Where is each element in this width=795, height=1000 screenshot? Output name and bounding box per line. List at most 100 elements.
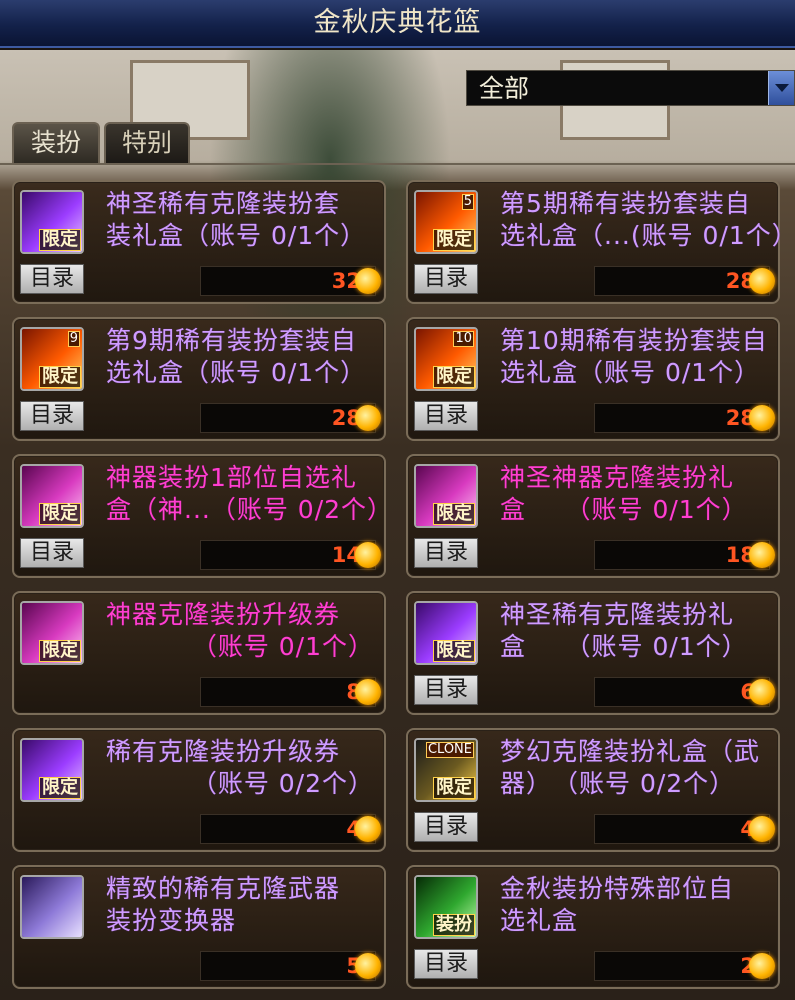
coin-icon [749, 268, 775, 294]
catalog-button[interactable]: 目录 [414, 538, 478, 568]
item-tag-badge: 限定 [39, 366, 81, 388]
item-name-line1: 梦幻克隆装扮礼盒（武 [500, 737, 761, 766]
catalog-button[interactable]: 目录 [414, 949, 478, 979]
purple-costume-box-icon[interactable]: 限定 [20, 190, 84, 254]
catalog-button[interactable]: 目录 [414, 812, 478, 842]
pink-costume-box-icon[interactable]: 限定 [20, 464, 84, 528]
item-name-line2: （账号 0/1个） [191, 632, 374, 661]
coin-icon [749, 542, 775, 568]
window-title: 金秋庆典花篮 [0, 0, 795, 48]
coin-icon [355, 953, 381, 979]
price-bar: 32 [200, 266, 381, 296]
item-card[interactable]: CLONE 限定 梦幻克隆装扮礼盒（武 器） （账号 0/2个） 目录 4 [406, 728, 780, 852]
coin-icon [749, 405, 775, 431]
item-name: 第10期稀有装扮套装自 选礼盒（账号 0/1个） [500, 325, 772, 389]
tab-special[interactable]: 特别 [104, 122, 190, 164]
item-card[interactable]: 限定 稀有克隆装扮升级券 （账号 0/2个） 4 [12, 728, 386, 852]
item-icon-number: 5 [461, 194, 474, 210]
coin-icon [749, 953, 775, 979]
item-name: 第9期稀有装扮套装自 选礼盒（账号 0/1个） [106, 325, 378, 389]
coin-icon [355, 405, 381, 431]
orange-costume-box-icon[interactable]: 9 限定 [20, 327, 84, 391]
price-bar: 28 [594, 266, 775, 296]
item-name-line2: 选礼盒（账号 0/1个） [106, 358, 367, 387]
item-name-line2: 装扮变换器 [106, 906, 237, 935]
catalog-button[interactable]: 目录 [20, 538, 84, 568]
catalog-button[interactable]: 目录 [414, 675, 478, 705]
item-tag-badge: 装扮 [433, 914, 475, 936]
item-name-line1: 金秋装扮特殊部位自 [500, 874, 735, 903]
catalog-button[interactable]: 目录 [414, 264, 478, 294]
coin-icon [749, 816, 775, 842]
green-costume-part-icon[interactable]: 装扮 [414, 875, 478, 939]
price-bar: 5 [200, 951, 381, 981]
item-tag-badge: 限定 [433, 229, 475, 251]
item-card[interactable]: 限定 神圣神器克隆装扮礼盒 （账号 0/1个） 目录 18 [406, 454, 780, 578]
price-bar: 18 [594, 540, 775, 570]
price-bar: 2 [594, 951, 775, 981]
item-tag-badge: 限定 [39, 640, 81, 662]
price-bar: 8 [200, 677, 381, 707]
coin-icon [749, 679, 775, 705]
pink-costume-box-icon[interactable]: 限定 [414, 464, 478, 528]
coin-icon [355, 679, 381, 705]
item-name-line2: 选礼盒（账号 0/1个） [500, 358, 761, 387]
item-card[interactable]: 限定 神圣稀有克隆装扮礼盒 （账号 0/1个） 目录 6 [406, 591, 780, 715]
item-name-line2: 盒 （账号 0/1个） [500, 495, 748, 524]
item-tag-badge: 限定 [433, 640, 475, 662]
item-name: 精致的稀有克隆武器 装扮变换器 [106, 873, 378, 937]
item-card[interactable]: 精致的稀有克隆武器 装扮变换器 5 [12, 865, 386, 989]
item-name-line2: 盒 （账号 0/1个） [500, 632, 748, 661]
item-icon-number: 10 [453, 331, 474, 347]
item-tag-badge: 限定 [433, 777, 475, 799]
pink-upgrade-ticket-icon[interactable]: 限定 [20, 601, 84, 665]
item-card[interactable]: 装扮 金秋装扮特殊部位自 选礼盒 目录 2 [406, 865, 780, 989]
orange-costume-box-icon[interactable]: 5 限定 [414, 190, 478, 254]
price-bar: 28 [200, 403, 381, 433]
item-name-line2: 器） （账号 0/2个） [500, 769, 736, 798]
purple-upgrade-ticket-icon[interactable]: 限定 [20, 738, 84, 802]
item-card[interactable]: 10 限定 第10期稀有装扮套装自 选礼盒（账号 0/1个） 目录 28 [406, 317, 780, 441]
catalog-button[interactable]: 目录 [414, 401, 478, 431]
item-card[interactable]: 5 限定 第5期稀有装扮套装自 选礼盒（...(账号 0/1个） 目录 28 [406, 180, 795, 304]
item-name: 神器克隆装扮升级券 （账号 0/1个） [106, 599, 378, 663]
item-name: 神圣稀有克隆装扮礼盒 （账号 0/1个） [500, 599, 772, 663]
coin-icon [355, 268, 381, 294]
item-icon-number: 9 [67, 331, 80, 347]
item-name: 神器装扮1部位自选礼盒（神...（账号 0/2个） [106, 462, 394, 526]
purple-costume-box-icon[interactable]: 限定 [414, 601, 478, 665]
item-name-line1: 第10期稀有装扮套装自 [500, 326, 768, 355]
item-name-line2: （账号 0/2个） [191, 769, 374, 798]
item-card[interactable]: 限定 神器装扮1部位自选礼盒（神...（账号 0/2个） 目录 14 [12, 454, 394, 578]
item-name-line2: 盒（神...（账号 0/2个） [106, 495, 394, 524]
tab-costume[interactable]: 装扮 [12, 122, 100, 164]
item-name-line1: 神圣神器克隆装扮礼 [500, 463, 735, 492]
weapon-converter-icon[interactable] [20, 875, 84, 939]
item-card[interactable]: 限定 神圣稀有克隆装扮套 装礼盒（账号 0/1个） 目录 32 [12, 180, 386, 304]
item-tag-badge: 限定 [433, 503, 475, 525]
item-icon-number: CLONE [425, 742, 474, 758]
item-card[interactable]: 9 限定 第9期稀有装扮套装自 选礼盒（账号 0/1个） 目录 28 [12, 317, 386, 441]
price-bar: 4 [200, 814, 381, 844]
catalog-button[interactable]: 目录 [20, 401, 84, 431]
item-name-line1: 神圣稀有克隆装扮套 [106, 189, 341, 218]
item-name-line1: 神器装扮1部位自选礼 [106, 463, 357, 492]
item-name: 第5期稀有装扮套装自 选礼盒（...(账号 0/1个） [500, 188, 795, 252]
item-name: 梦幻克隆装扮礼盒（武 器） （账号 0/2个） [500, 736, 772, 800]
item-name: 神圣稀有克隆装扮套 装礼盒（账号 0/1个） [106, 188, 378, 252]
item-name-line2: 装礼盒（账号 0/1个） [106, 221, 367, 250]
category-dropdown[interactable]: 全部 [466, 70, 795, 106]
item-name: 神圣神器克隆装扮礼盒 （账号 0/1个） [500, 462, 772, 526]
price-bar: 6 [594, 677, 775, 707]
catalog-button[interactable]: 目录 [20, 264, 84, 294]
item-tag-badge: 限定 [39, 777, 81, 799]
item-tag-badge: 限定 [433, 366, 475, 388]
price-bar: 14 [200, 540, 381, 570]
item-name-line1: 稀有克隆装扮升级券 [106, 737, 341, 766]
item-name-line1: 神圣稀有克隆装扮礼 [500, 600, 735, 629]
orange-costume-box-icon[interactable]: 10 限定 [414, 327, 478, 391]
item-card[interactable]: 限定 神器克隆装扮升级券 （账号 0/1个） 8 [12, 591, 386, 715]
clone-weapon-box-icon[interactable]: CLONE 限定 [414, 738, 478, 802]
tab-divider [0, 163, 795, 165]
chevron-down-icon[interactable] [768, 71, 794, 105]
